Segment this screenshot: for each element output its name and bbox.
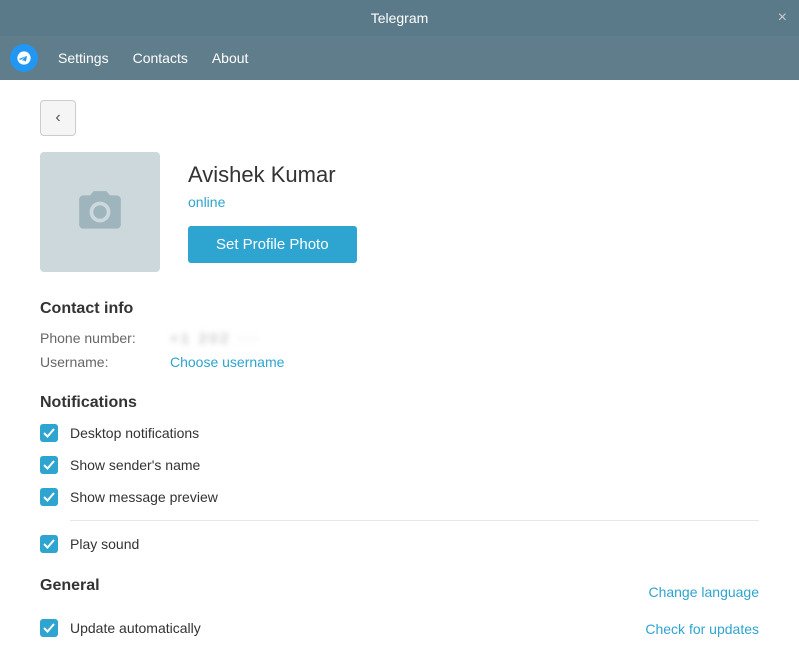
check-for-updates-link[interactable]: Check for updates bbox=[645, 621, 759, 637]
desktop-notifications-label: Desktop notifications bbox=[70, 425, 199, 441]
show-sender-name-checkbox[interactable] bbox=[40, 456, 58, 474]
back-button[interactable]: ‹ bbox=[40, 100, 76, 136]
play-sound-checkbox[interactable] bbox=[40, 535, 58, 553]
menu-bar: Settings Contacts About bbox=[0, 36, 799, 80]
avatar-container bbox=[40, 152, 160, 272]
title-bar: Telegram × bbox=[0, 0, 799, 36]
profile-status: online bbox=[188, 194, 357, 210]
contact-info-title: Contact info bbox=[40, 300, 759, 318]
menu-item-settings[interactable]: Settings bbox=[46, 44, 121, 72]
phone-value: +1 202 ··· bbox=[170, 330, 261, 346]
camera-icon bbox=[75, 187, 125, 237]
show-message-preview-label: Show message preview bbox=[70, 489, 218, 505]
profile-name: Avishek Kumar bbox=[188, 162, 357, 188]
general-header: General Change language bbox=[40, 577, 759, 607]
notifications-separator bbox=[70, 520, 759, 521]
update-auto-left: Update automatically Version 0.7.23 bbox=[40, 619, 201, 648]
profile-info: Avishek Kumar online Set Profile Photo bbox=[188, 152, 357, 263]
play-sound-label: Play sound bbox=[70, 536, 139, 552]
back-chevron-icon: ‹ bbox=[55, 109, 60, 127]
notifications-title: Notifications bbox=[40, 394, 759, 412]
content-area: ‹ Avishek Kumar online Set Profile Photo… bbox=[0, 80, 799, 648]
update-automatically-checkbox[interactable] bbox=[40, 619, 58, 637]
show-sender-name-label: Show sender's name bbox=[70, 457, 200, 473]
update-automatically-row: Update automatically bbox=[40, 619, 201, 637]
username-row: Username: Choose username bbox=[40, 354, 759, 370]
desktop-notifications-checkbox[interactable] bbox=[40, 424, 58, 442]
menu-item-contacts[interactable]: Contacts bbox=[121, 44, 200, 72]
telegram-logo-icon bbox=[10, 44, 38, 72]
phone-label: Phone number: bbox=[40, 330, 170, 346]
set-profile-photo-button[interactable]: Set Profile Photo bbox=[188, 226, 357, 263]
phone-row: Phone number: +1 202 ··· bbox=[40, 330, 759, 346]
notifications-section: Notifications Desktop notifications Show… bbox=[40, 394, 759, 553]
show-message-preview-checkbox[interactable] bbox=[40, 488, 58, 506]
menu-item-about[interactable]: About bbox=[200, 44, 261, 72]
app-title: Telegram bbox=[371, 10, 429, 26]
username-label: Username: bbox=[40, 354, 170, 370]
profile-section: Avishek Kumar online Set Profile Photo bbox=[40, 152, 759, 272]
close-button[interactable]: × bbox=[778, 10, 787, 26]
play-sound-row: Play sound bbox=[40, 535, 759, 553]
contact-info-section: Contact info Phone number: +1 202 ··· Us… bbox=[40, 300, 759, 370]
general-title: General bbox=[40, 577, 100, 595]
desktop-notifications-row: Desktop notifications bbox=[40, 424, 759, 442]
update-automatically-label: Update automatically bbox=[70, 620, 201, 636]
show-message-preview-row: Show message preview bbox=[40, 488, 759, 506]
show-sender-name-row: Show sender's name bbox=[40, 456, 759, 474]
change-language-link[interactable]: Change language bbox=[648, 584, 759, 600]
choose-username-link[interactable]: Choose username bbox=[170, 354, 284, 370]
general-section: General Change language Update automatic… bbox=[40, 577, 759, 648]
update-row-wrapper: Update automatically Version 0.7.23 Chec… bbox=[40, 619, 759, 648]
